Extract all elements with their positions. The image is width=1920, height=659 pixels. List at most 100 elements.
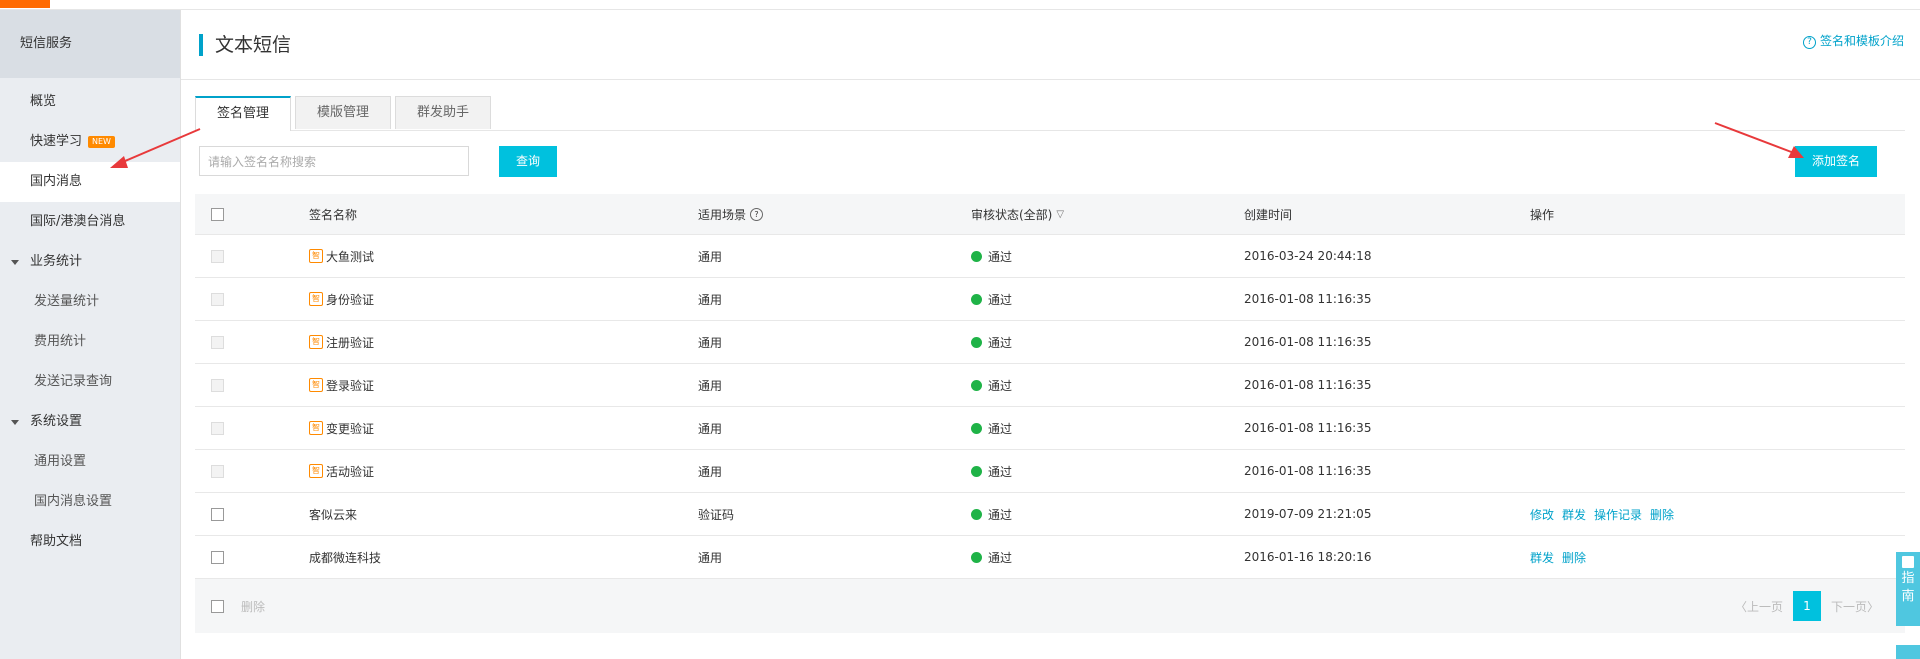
sidebar-item-general-settings[interactable]: 通用设置 [0,442,180,482]
sidebar-item-send-records[interactable]: 发送记录查询 [0,362,180,402]
row-checkbox-cell [211,278,224,320]
page-title: 文本短信 [215,34,292,56]
sidebar-item-cost-stats[interactable]: 费用统计 [0,322,180,362]
add-signature-button[interactable]: 添加签名 [1795,146,1877,177]
next-page-button[interactable]: 下一页〉 [1821,598,1889,615]
row-checkbox-cell [211,407,224,449]
row-checkbox-cell [211,536,224,578]
sidebar: 短信服务 概览 快速学习 NEW 国内消息 国际/港澳台消息 业务统计 发送量统计… [0,10,181,659]
status-dot-icon [971,250,982,262]
sidebar-item-help[interactable]: 帮助文档 [0,522,180,562]
signature-name: 变更验证 [326,421,375,436]
created-time-cell: 2016-03-24 20:44:18 [1244,249,1372,263]
status-label: 通过 [988,249,1013,264]
row-checkbox [211,464,224,478]
op-link[interactable]: 删除 [1650,506,1674,523]
sidebar-group-settings[interactable]: 系统设置 [0,402,180,442]
question-circle-icon[interactable]: ? [750,207,764,221]
pagination: 〈上一页 1 下一页〉 [1725,591,1889,621]
op-link[interactable]: 修改 [1530,506,1554,523]
sidebar-item-domestic-settings[interactable]: 国内消息设置 [0,482,180,522]
next-label: 下一页 [1830,599,1867,614]
header-checkbox-cell [211,194,224,234]
sidebar-group-label: 业务统计 [30,254,83,269]
sidebar-item-domestic[interactable]: 国内消息 [0,162,180,202]
signature-name-cell: 智大鱼测试 [309,235,374,277]
signature-search-input[interactable]: 请输入签名名称搜索 [199,146,469,176]
tab-signature-management[interactable]: 签名管理 [195,96,292,131]
sidebar-item-label: 发送量统计 [34,294,100,309]
signature-name-cell: 智活动验证 [309,450,374,492]
current-page[interactable]: 1 [1792,591,1821,621]
status-dot-icon [971,422,982,434]
column-header-ops: 操作 [1530,207,1555,222]
smart-tag-icon: 智 [309,249,323,263]
table-footer: 删除 〈上一页 1 下一页〉 [195,579,1905,633]
row-checkbox [211,335,224,349]
signature-name: 活动验证 [326,464,375,479]
footer-select-all-checkbox[interactable] [211,599,224,613]
status-dot-icon [971,379,982,391]
guide-float-button[interactable]: 指南 [1896,552,1920,626]
signature-table: 签名名称 适用场景? 审核状态(全部) ▽ 创建时间 操作 智大鱼测试 通用 通过 20… [195,194,1905,633]
status-dot-icon [971,551,982,563]
created-time-cell: 2016-01-08 11:16:35 [1244,292,1372,306]
tab-template-management[interactable]: 模版管理 [295,96,392,129]
tab-bulk-send-assistant[interactable]: 群发助手 [395,96,492,129]
sidebar-item-quick-learn[interactable]: 快速学习 NEW [0,122,180,162]
prev-page-button[interactable]: 〈上一页 [1725,598,1793,615]
column-header-status: 审核状态(全部) ▽ [971,194,1064,234]
status-dot-icon [971,336,982,348]
created-time-cell: 2019-07-09 21:21:05 [1244,507,1372,521]
brand-accent [0,0,50,8]
status-cell: 通过 [971,493,1012,535]
sidebar-item-label: 国内消息 [30,174,83,189]
sidebar-group-label: 系统设置 [30,414,83,429]
row-checkbox-cell [211,321,224,363]
op-link[interactable]: 群发 [1530,549,1554,566]
bulk-delete-button[interactable]: 删除 [241,579,265,633]
signature-name: 注册验证 [326,335,375,350]
table-header-row: 签名名称 适用场景? 审核状态(全部) ▽ 创建时间 操作 [195,194,1905,235]
top-bar [0,0,1920,10]
row-checkbox-cell [211,364,224,406]
row-checkbox[interactable] [211,507,224,521]
signature-template-intro-link[interactable]: ? 签名和模板介绍 [1802,32,1904,49]
signature-name: 登录验证 [326,378,375,393]
select-all-checkbox[interactable] [211,207,224,221]
prev-label: 上一页 [1746,599,1783,614]
sidebar-item-international[interactable]: 国际/港澳台消息 [0,202,180,242]
status-cell: 通过 [971,235,1012,277]
status-label: 通过 [988,507,1013,522]
column-header-scene: 适用场景? [698,194,764,234]
status-label: 通过 [988,421,1013,436]
filter-icon[interactable]: ▽ [1056,209,1064,220]
signature-name-cell: 成都微连科技 [309,536,381,578]
created-time-cell: 2016-01-08 11:16:35 [1244,464,1372,478]
search-button[interactable]: 查询 [499,146,557,177]
status-cell: 通过 [971,278,1012,320]
row-checkbox-cell [211,235,224,277]
op-link[interactable]: 操作记录 [1594,506,1642,523]
chevron-right-icon: 〉 [1866,599,1879,614]
signature-name-cell: 智登录验证 [309,364,374,406]
float-tab-bottom[interactable] [1896,645,1920,659]
scene-cell: 通用 [698,335,723,350]
sidebar-group-business[interactable]: 业务统计 [0,242,180,282]
scene-cell: 验证码 [698,507,735,522]
ops-cell: 修改 群发 操作记录 删除 [1530,493,1682,535]
book-icon [1902,556,1914,568]
sidebar-item-label: 国际/港澳台消息 [30,214,126,229]
table-row: 智登录验证 通用 通过 2016-01-08 11:16:35 [195,364,1905,407]
row-checkbox[interactable] [211,550,224,564]
signature-name-cell: 客似云来 [309,493,357,535]
op-link[interactable]: 删除 [1562,549,1586,566]
status-label: 通过 [988,335,1013,350]
scene-cell: 通用 [698,378,723,393]
sidebar-item-overview[interactable]: 概览 [0,82,180,122]
title-accent-bar [199,34,203,56]
table-row: 智活动验证 通用 通过 2016-01-08 11:16:35 [195,450,1905,493]
op-link[interactable]: 群发 [1562,506,1586,523]
status-cell: 通过 [971,407,1012,449]
sidebar-item-send-stats[interactable]: 发送量统计 [0,282,180,322]
